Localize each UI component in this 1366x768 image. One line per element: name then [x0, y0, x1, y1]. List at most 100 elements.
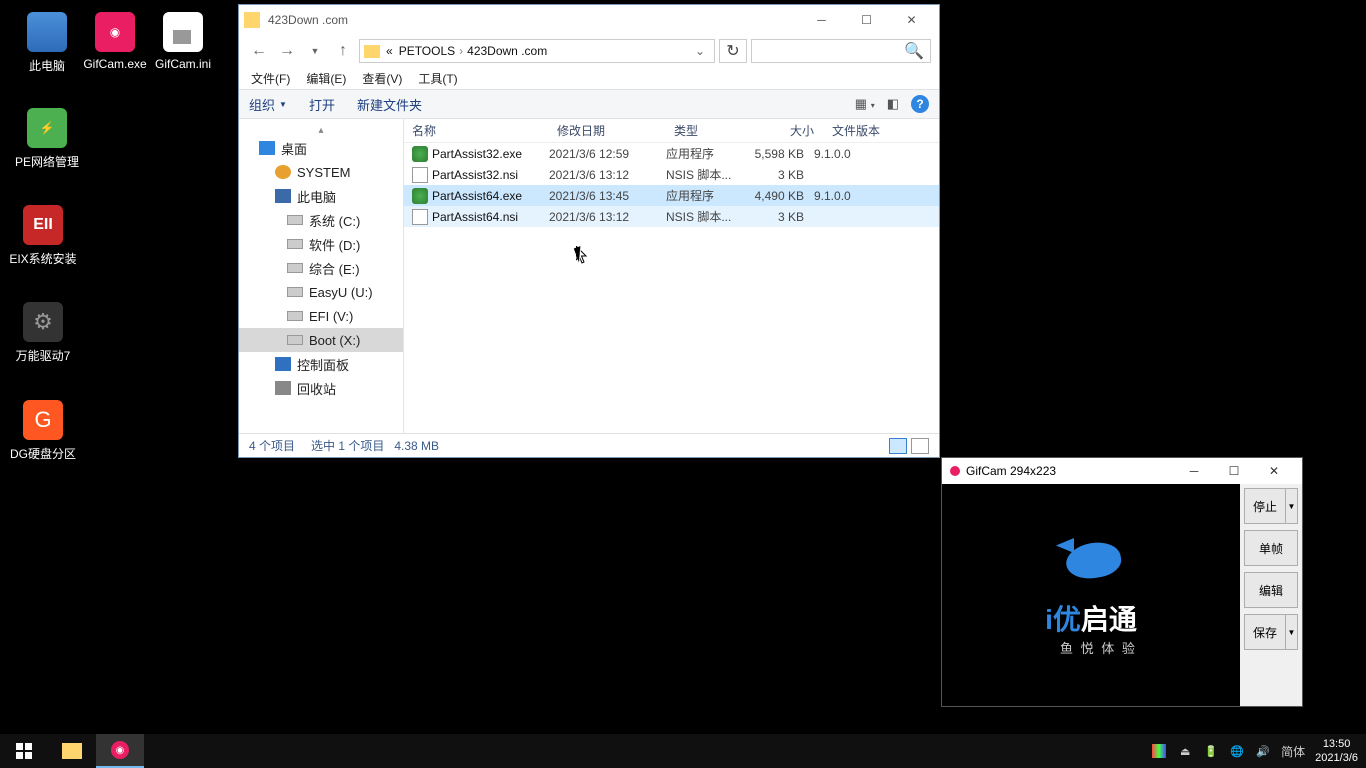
toolbar: 组织 ▼ 打开 新建文件夹 ▦ ▾ ◧ ? — [239, 89, 939, 119]
drive-icon — [287, 263, 303, 273]
maximize-button[interactable]: ☐ — [844, 6, 889, 34]
taskbar-explorer[interactable] — [48, 734, 96, 768]
new-folder-button[interactable]: 新建文件夹 — [357, 95, 422, 114]
refresh-button[interactable]: ↻ — [719, 39, 747, 63]
icon-label: GifCam.ini — [155, 57, 211, 71]
nav-drive-c[interactable]: 系统 (C:) — [239, 208, 403, 232]
stop-button[interactable]: 停止▼ — [1244, 488, 1298, 524]
col-name[interactable]: 名称 — [404, 122, 549, 139]
col-type[interactable]: 类型 — [666, 122, 751, 139]
file-row[interactable]: PartAssist64.exe 2021/3/6 13:45 应用程序 4,4… — [404, 185, 939, 206]
eix-icon: EII — [23, 205, 63, 245]
disk-icon: G — [23, 400, 63, 440]
folder-icon — [62, 743, 82, 759]
desktop-icon-this-pc[interactable]: 此电脑 — [12, 12, 82, 74]
menu-tools[interactable]: 工具(T) — [414, 68, 461, 89]
recent-dropdown[interactable]: ▼ — [303, 39, 327, 63]
chevron-down-icon[interactable]: ⌄ — [690, 44, 710, 58]
titlebar[interactable]: 423Down .com ─ ☐ ✕ — [239, 5, 939, 35]
desktop-icon-gifcam-exe[interactable]: ◉GifCam.exe — [80, 12, 150, 71]
chevron-down-icon[interactable]: ▼ — [1285, 615, 1297, 649]
maximize-button[interactable]: ☐ — [1214, 459, 1254, 483]
nav-drive-e[interactable]: 综合 (E:) — [239, 256, 403, 280]
desktop-icon-dg-disk[interactable]: GDG硬盘分区 — [8, 400, 78, 462]
chevron-down-icon[interactable]: ▼ — [1285, 489, 1297, 523]
breadcrumb-item[interactable]: PETOOLS — [399, 44, 455, 58]
frame-button[interactable]: 单帧 — [1244, 530, 1298, 566]
file-date: 2021/3/6 13:45 — [549, 189, 666, 203]
close-button[interactable]: ✕ — [889, 6, 934, 34]
details-view-button[interactable] — [889, 438, 907, 454]
file-name: PartAssist32.exe — [432, 147, 549, 161]
capture-area[interactable]: i优启通 鱼 悦 体 验 — [942, 484, 1240, 706]
preview-pane-button[interactable]: ◧ — [887, 96, 899, 112]
eject-icon[interactable]: ⏏ — [1177, 743, 1193, 759]
nav-control-panel[interactable]: 控制面板 — [239, 352, 403, 376]
tray-app-icon[interactable] — [1151, 743, 1167, 759]
col-size[interactable]: 大小 — [751, 122, 824, 139]
menu-edit[interactable]: 编辑(E) — [302, 68, 350, 89]
drive-icon — [287, 287, 303, 297]
col-date[interactable]: 修改日期 — [549, 122, 666, 139]
search-input[interactable]: 🔍 — [751, 39, 931, 63]
file-row[interactable]: PartAssist32.exe 2021/3/6 12:59 应用程序 5,5… — [404, 143, 939, 164]
nav-desktop[interactable]: 桌面 — [239, 136, 403, 160]
file-row[interactable]: PartAssist64.nsi 2021/3/6 13:12 NSIS 脚本.… — [404, 206, 939, 227]
desktop-icon-driver[interactable]: ⚙万能驱动7 — [8, 302, 78, 364]
breadcrumb-item[interactable]: 423Down .com — [467, 44, 547, 58]
minimize-button[interactable]: ─ — [1174, 459, 1214, 483]
nav-this-pc[interactable]: 此电脑 — [239, 184, 403, 208]
pc-icon — [275, 189, 291, 203]
open-button[interactable]: 打开 — [309, 95, 335, 114]
nav-drive-x[interactable]: Boot (X:) — [239, 328, 403, 352]
desktop-icon-gifcam-ini[interactable]: GifCam.ini — [148, 12, 218, 71]
view-options-button[interactable]: ▦ ▾ — [855, 96, 875, 112]
icon-label: PE网络管理 — [15, 155, 79, 169]
column-headers: 名称 修改日期 类型 大小 文件版本 — [404, 119, 939, 143]
record-icon: ◉ — [95, 12, 135, 52]
col-version[interactable]: 文件版本 — [824, 122, 894, 139]
taskbar-gifcam[interactable]: ◉ — [96, 734, 144, 768]
nav-recycle-bin[interactable]: 回收站 — [239, 376, 403, 400]
file-row[interactable]: PartAssist32.nsi 2021/3/6 13:12 NSIS 脚本.… — [404, 164, 939, 185]
back-button[interactable]: ← — [247, 39, 271, 63]
menu-file[interactable]: 文件(F) — [247, 68, 294, 89]
minimize-button[interactable]: ─ — [799, 6, 844, 34]
menu-view[interactable]: 查看(V) — [358, 68, 406, 89]
organize-button[interactable]: 组织 ▼ — [249, 95, 287, 114]
nav-drive-d[interactable]: 软件 (D:) — [239, 232, 403, 256]
language-indicator[interactable]: 简体 — [1281, 743, 1305, 759]
gifcam-titlebar[interactable]: GifCam 294x223 ─ ☐ ✕ — [942, 458, 1302, 484]
menubar: 文件(F) 编辑(E) 查看(V) 工具(T) — [239, 67, 939, 89]
save-button[interactable]: 保存▼ — [1244, 614, 1298, 650]
statusbar: 4 个项目 选中 1 个项目 4.38 MB — [239, 433, 939, 457]
large-icons-view-button[interactable] — [911, 438, 929, 454]
search-icon: 🔍 — [904, 41, 924, 61]
up-button[interactable]: ↑ — [331, 39, 355, 63]
desktop-icon-pe-network[interactable]: ⚡PE网络管理 — [12, 108, 82, 170]
file-date: 2021/3/6 13:12 — [549, 210, 666, 224]
file-pane: 名称 修改日期 类型 大小 文件版本 PartAssist32.exe 2021… — [404, 119, 939, 433]
forward-button[interactable]: → — [275, 39, 299, 63]
nav-drive-v[interactable]: EFI (V:) — [239, 304, 403, 328]
address-bar[interactable]: « PETOOLS › 423Down .com ⌄ — [359, 39, 715, 63]
window-title: 423Down .com — [268, 13, 799, 27]
battery-icon[interactable]: 🔋 — [1203, 743, 1219, 759]
nav-row: ← → ▼ ↑ « PETOOLS › 423Down .com ⌄ ↻ 🔍 — [239, 35, 939, 67]
desktop-icon-eix-install[interactable]: EIIEIX系统安装 — [8, 205, 78, 267]
desktop-icon — [259, 141, 275, 155]
network-icon[interactable]: 🌐 — [1229, 743, 1245, 759]
close-button[interactable]: ✕ — [1254, 459, 1294, 483]
start-button[interactable] — [0, 734, 48, 768]
clock[interactable]: 13:50 2021/3/6 — [1315, 737, 1358, 765]
file-name: PartAssist32.nsi — [432, 168, 549, 182]
nav-user[interactable]: SYSTEM — [239, 160, 403, 184]
file-version: 9.1.0.0 — [814, 147, 884, 161]
nav-drive-u[interactable]: EasyU (U:) — [239, 280, 403, 304]
help-button[interactable]: ? — [911, 95, 929, 113]
chevron-up-icon[interactable]: ▴ — [239, 125, 403, 136]
edit-button[interactable]: 编辑 — [1244, 572, 1298, 608]
gifcam-title: GifCam 294x223 — [966, 464, 1056, 478]
gifcam-window: GifCam 294x223 ─ ☐ ✕ i优启通 鱼 悦 体 验 停止▼ 单帧… — [941, 457, 1303, 707]
volume-icon[interactable]: 🔊 — [1255, 743, 1271, 759]
